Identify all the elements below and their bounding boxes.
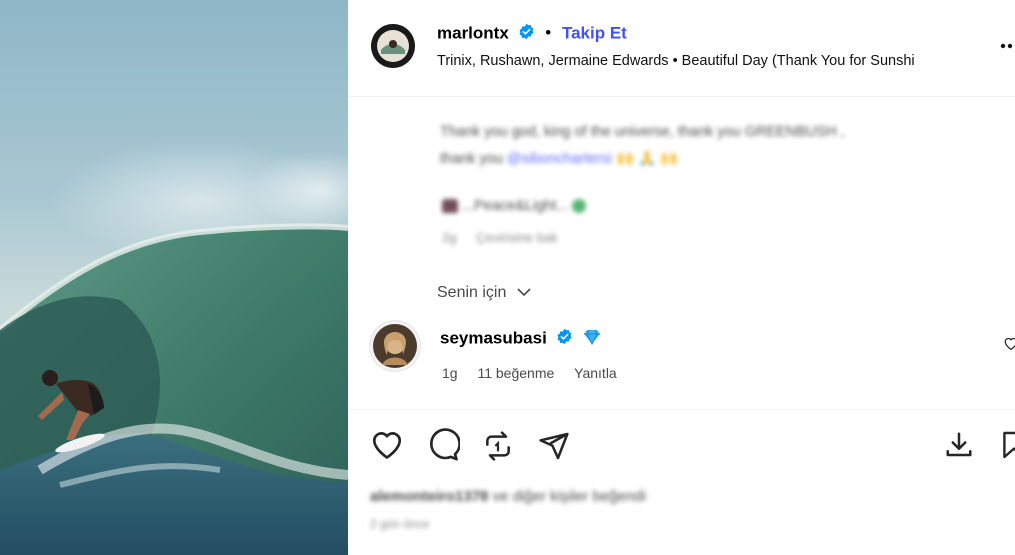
bookmark-icon[interactable] bbox=[1002, 430, 1015, 465]
caption-peace-text: ...Peace&Light... bbox=[462, 198, 569, 214]
send-icon[interactable] bbox=[538, 430, 570, 467]
post-image bbox=[0, 0, 348, 555]
for-you-sort[interactable]: Senin için bbox=[437, 284, 531, 302]
caption-line-2: thank you @sibonchartersi 🙌 🙏 🙌 bbox=[440, 150, 678, 167]
recycle-emoji-icon bbox=[572, 199, 587, 214]
caption-mention[interactable]: @sibonchartersi bbox=[507, 151, 612, 167]
likes-rest: ve diğer kişiler beğendi bbox=[492, 488, 646, 505]
likes-user[interactable]: alemonteiro1378 bbox=[370, 488, 488, 505]
actions-divider bbox=[348, 409, 1015, 410]
comment-meta: 1g 11 beğenme Yanıtla bbox=[442, 365, 617, 381]
follow-button[interactable]: Takip Et bbox=[562, 23, 627, 42]
author-avatar[interactable] bbox=[371, 24, 415, 68]
caption-meta: 2g Çevirisine bak bbox=[442, 230, 558, 245]
download-icon[interactable] bbox=[944, 430, 974, 465]
dot-separator: • bbox=[545, 23, 552, 43]
caption-time: 2g bbox=[442, 230, 457, 245]
header-divider bbox=[348, 96, 1015, 97]
reply-button[interactable]: Yanıtla bbox=[574, 365, 617, 381]
more-horizontal-icon[interactable] bbox=[1000, 38, 1015, 49]
commenter-username[interactable]: seymasubasi bbox=[440, 328, 547, 347]
verified-badge-icon bbox=[556, 328, 573, 350]
verified-badge-icon bbox=[518, 23, 535, 45]
commenter-avatar[interactable] bbox=[369, 320, 421, 372]
for-you-label: Senin için bbox=[437, 284, 507, 302]
caption-line-3: ...Peace&Light... bbox=[442, 198, 587, 214]
comment-header: seymasubasi bbox=[440, 328, 601, 350]
post-detail-panel: marlontx • Takip Et Trinix, Rushawn, Jer… bbox=[348, 0, 1015, 555]
audio-track[interactable]: Trinix, Rushawn, Jermaine Edwards • Beau… bbox=[437, 53, 997, 69]
chevron-down-icon bbox=[517, 284, 531, 302]
comment-bubble-icon[interactable] bbox=[426, 428, 461, 467]
repost-icon[interactable] bbox=[482, 430, 514, 467]
likes-line[interactable]: alemonteiro1378 ve diğer kişiler beğendi bbox=[370, 488, 646, 505]
caption-prefix: thank you bbox=[440, 151, 507, 167]
caption-emojis: 🙌 🙏 🙌 bbox=[615, 151, 679, 167]
author-username[interactable]: marlontx bbox=[437, 23, 509, 42]
heart-icon[interactable] bbox=[370, 428, 404, 465]
post-timestamp: 2 gün önce bbox=[370, 517, 430, 531]
hat-emoji-icon bbox=[442, 199, 458, 214]
caption-line-1: Thank you god, king of the universe, tha… bbox=[440, 124, 845, 140]
comment-like-heart-icon[interactable] bbox=[1003, 336, 1015, 351]
translate-link[interactable]: Çevirisine bak bbox=[476, 230, 558, 245]
comment-likes[interactable]: 11 beğenme bbox=[477, 365, 554, 381]
diamond-icon bbox=[583, 329, 601, 350]
comment-time: 1g bbox=[442, 365, 458, 381]
